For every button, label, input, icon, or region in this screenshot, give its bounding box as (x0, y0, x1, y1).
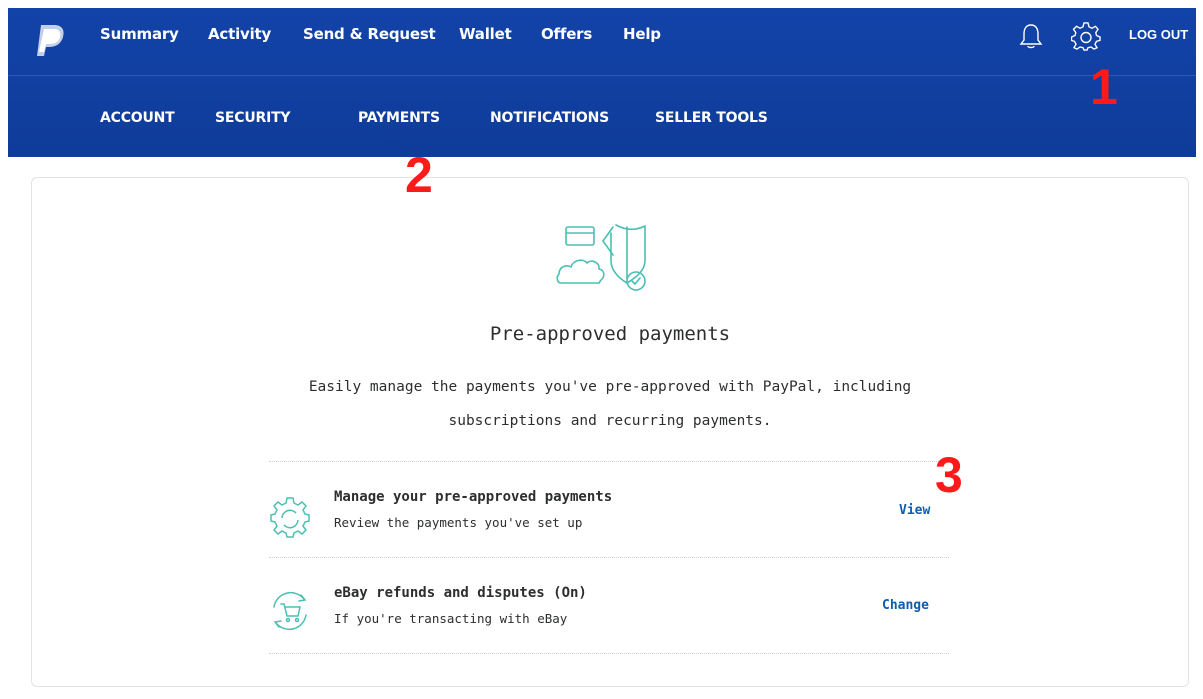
primary-nav: Summary Activity Send & Request Wallet O… (8, 8, 808, 62)
page-title: Pre-approved payments (489, 323, 731, 345)
logout-link[interactable]: LOG OUT (1129, 27, 1188, 42)
divider-bottom (269, 653, 949, 654)
nav-item-help[interactable]: Help (623, 25, 661, 43)
divider-middle (269, 557, 949, 558)
active-tab-indicator (380, 140, 404, 154)
nav-item-activity[interactable]: Activity (208, 25, 271, 43)
annotation-3: 3 (935, 447, 963, 503)
page-description: Easily manage the payments you've pre-ap… (270, 370, 950, 438)
cart-refresh-icon (273, 591, 307, 631)
gear-icon[interactable] (1071, 22, 1101, 52)
annotation-1: 1 (1090, 59, 1118, 115)
description-line-1: Easily manage the payments you've pre-ap… (308, 379, 912, 395)
change-button[interactable]: Change (882, 598, 929, 613)
view-button[interactable]: View (899, 503, 930, 518)
tab-security[interactable]: SECURITY (215, 110, 291, 126)
cloud-card-shield-icon (556, 224, 646, 291)
nav-item-wallet[interactable]: Wallet (459, 25, 512, 43)
row-title-ebay: eBay refunds and disputes (On) (334, 585, 587, 601)
divider-top (269, 461, 949, 462)
row-title-manage: Manage your pre-approved payments (334, 489, 613, 505)
tab-notifications[interactable]: NOTIFICATIONS (490, 110, 609, 126)
annotation-2: 2 (405, 147, 433, 203)
row-subtitle-ebay: If you're transacting with eBay (334, 611, 568, 626)
nav-item-summary[interactable]: Summary (100, 25, 179, 43)
tab-seller-tools[interactable]: SELLER TOOLS (655, 110, 768, 126)
nav-item-send-request[interactable]: Send & Request (303, 25, 436, 43)
gear-refresh-icon (270, 497, 310, 538)
bell-icon[interactable] (1018, 22, 1044, 50)
tab-account[interactable]: ACCOUNT (100, 110, 175, 126)
description-line-2: subscriptions and recurring payments. (448, 413, 772, 429)
row-subtitle-manage: Review the payments you've set up (334, 515, 583, 530)
site-header: Summary Activity Send & Request Wallet O… (8, 8, 1196, 157)
tab-payments[interactable]: PAYMENTS (358, 110, 440, 126)
nav-item-offers[interactable]: Offers (541, 25, 592, 43)
